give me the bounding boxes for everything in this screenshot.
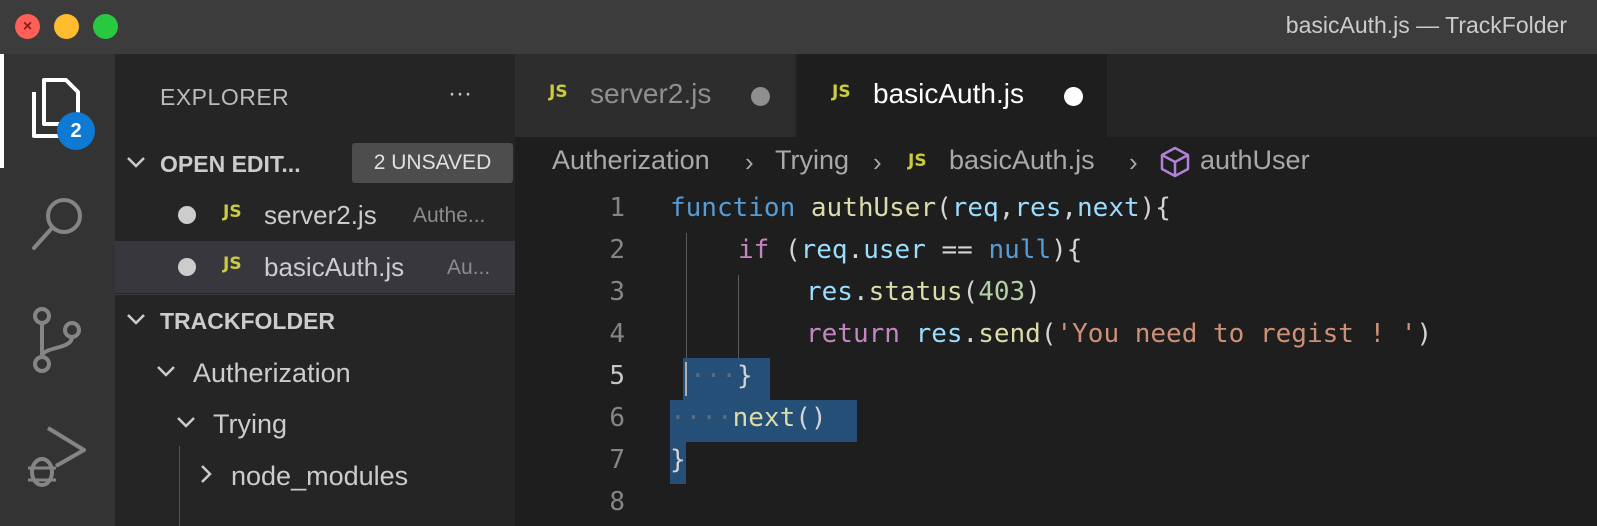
code-editor[interactable]: 1 2 3 4 5 6 7 8 function authUser(req,re… — [515, 189, 1597, 526]
tree-folder-trying[interactable]: Trying — [115, 397, 515, 449]
source-control-icon — [33, 307, 81, 373]
text-cursor — [685, 362, 687, 396]
more-actions-button[interactable]: ··· — [440, 74, 480, 114]
editor-tab-bar: JS server2.js JS basicAuth.js — [515, 54, 1597, 137]
trackfolder-header[interactable]: TRACKFOLDER — [115, 296, 515, 346]
breadcrumb-item[interactable]: authUser — [1200, 145, 1310, 176]
title-bar: × basicAuth.js — TrackFolder — [0, 0, 1597, 54]
trackfolder-label: TRACKFOLDER — [160, 308, 336, 334]
code-line: return res.send('You need to regist ! ') — [806, 319, 1433, 349]
close-window-button[interactable]: × — [15, 14, 40, 39]
code-line: function authUser(req,res,next){ — [670, 193, 1171, 223]
tree-folder-name: Trying — [213, 409, 288, 439]
open-editors-label: OPEN EDIT... — [160, 151, 301, 177]
explorer-sidebar: EXPLORER ··· OPEN EDIT... 2 UNSAVED JS s… — [115, 54, 515, 526]
indent-guide — [738, 275, 739, 358]
window-title: basicAuth.js — TrackFolder — [1285, 12, 1567, 38]
js-file-icon: JS — [223, 254, 242, 274]
run-debug-view-button[interactable] — [0, 400, 115, 500]
js-file-icon: JS — [223, 202, 242, 222]
maximize-window-button[interactable] — [93, 14, 118, 39]
chevron-down-icon — [177, 417, 195, 428]
explorer-title: EXPLORER — [160, 84, 290, 110]
tree-folder-name: node_modules — [231, 461, 409, 491]
open-editor-desc: Au... — [447, 256, 491, 279]
line-number: 1 — [609, 193, 625, 223]
activity-bar: 2 — [0, 54, 115, 526]
open-editor-desc: Authe... — [413, 204, 486, 227]
tab-label: server2.js — [590, 78, 712, 109]
breadcrumb-item[interactable]: Autherization — [552, 145, 710, 176]
minimize-window-button[interactable] — [54, 14, 79, 39]
active-indicator — [0, 54, 4, 168]
open-editor-name: server2.js — [264, 200, 377, 230]
js-file-icon: JS — [908, 151, 927, 171]
code-line: res.status(403) — [806, 277, 1041, 307]
chevron-right-icon: › — [745, 147, 754, 177]
symbol-method-icon — [1160, 146, 1190, 178]
line-number: 4 — [609, 319, 625, 349]
open-editor-item-server2[interactable]: JS server2.js Authe... — [115, 189, 515, 241]
dirty-dot-icon — [178, 258, 196, 276]
code-line: ····next() — [670, 403, 827, 433]
tree-folder-node-modules[interactable]: node_modules — [115, 449, 515, 501]
close-icon: × — [22, 18, 33, 35]
line-number: 2 — [609, 235, 625, 265]
line-number: 3 — [609, 277, 625, 307]
explorer-badge: 2 — [57, 112, 95, 150]
tree-folder-name: Autherization — [193, 358, 351, 388]
unsaved-badge: 2 UNSAVED — [352, 143, 513, 183]
line-number: 5 — [609, 361, 625, 391]
code-line: } — [670, 445, 686, 475]
chevron-right-icon: › — [1129, 147, 1138, 177]
tree-folder-autherization[interactable]: Autherization — [115, 346, 515, 398]
breadcrumb-item[interactable]: Trying — [775, 145, 849, 176]
code-line: if (req.user == null){ — [738, 235, 1083, 265]
run-debug-icon — [28, 426, 86, 487]
chevron-down-icon — [127, 314, 145, 325]
search-view-button[interactable] — [0, 172, 115, 272]
section-divider — [115, 294, 515, 295]
search-icon — [32, 198, 82, 250]
dirty-dot-icon[interactable] — [751, 87, 770, 106]
line-number: 6 — [609, 403, 625, 433]
tab-label: basicAuth.js — [873, 78, 1024, 109]
chevron-down-icon — [127, 157, 145, 168]
chevron-right-icon — [201, 465, 212, 483]
line-number: 7 — [609, 445, 625, 475]
dirty-dot-icon[interactable] — [1064, 87, 1083, 106]
breadcrumb-item[interactable]: basicAuth.js — [949, 145, 1095, 176]
breadcrumb: Autherization › Trying › JS basicAuth.js… — [515, 137, 1597, 189]
open-editor-name: basicAuth.js — [264, 252, 405, 282]
tab-basicauth[interactable]: JS basicAuth.js — [797, 54, 1107, 137]
indent-guide — [686, 233, 687, 358]
open-editor-item-basicauth[interactable]: JS basicAuth.js Au... — [115, 241, 515, 293]
chevron-right-icon: › — [873, 147, 882, 177]
chevron-down-icon — [157, 366, 175, 377]
line-number: 8 — [609, 487, 625, 517]
js-file-icon: JS — [832, 82, 851, 102]
tab-server2[interactable]: JS server2.js — [515, 54, 795, 137]
source-control-view-button[interactable] — [0, 286, 115, 386]
js-file-icon: JS — [549, 82, 568, 102]
dirty-dot-icon — [178, 206, 196, 224]
code-line: ···} — [690, 361, 753, 391]
explorer-view-button[interactable]: 2 — [0, 54, 115, 168]
